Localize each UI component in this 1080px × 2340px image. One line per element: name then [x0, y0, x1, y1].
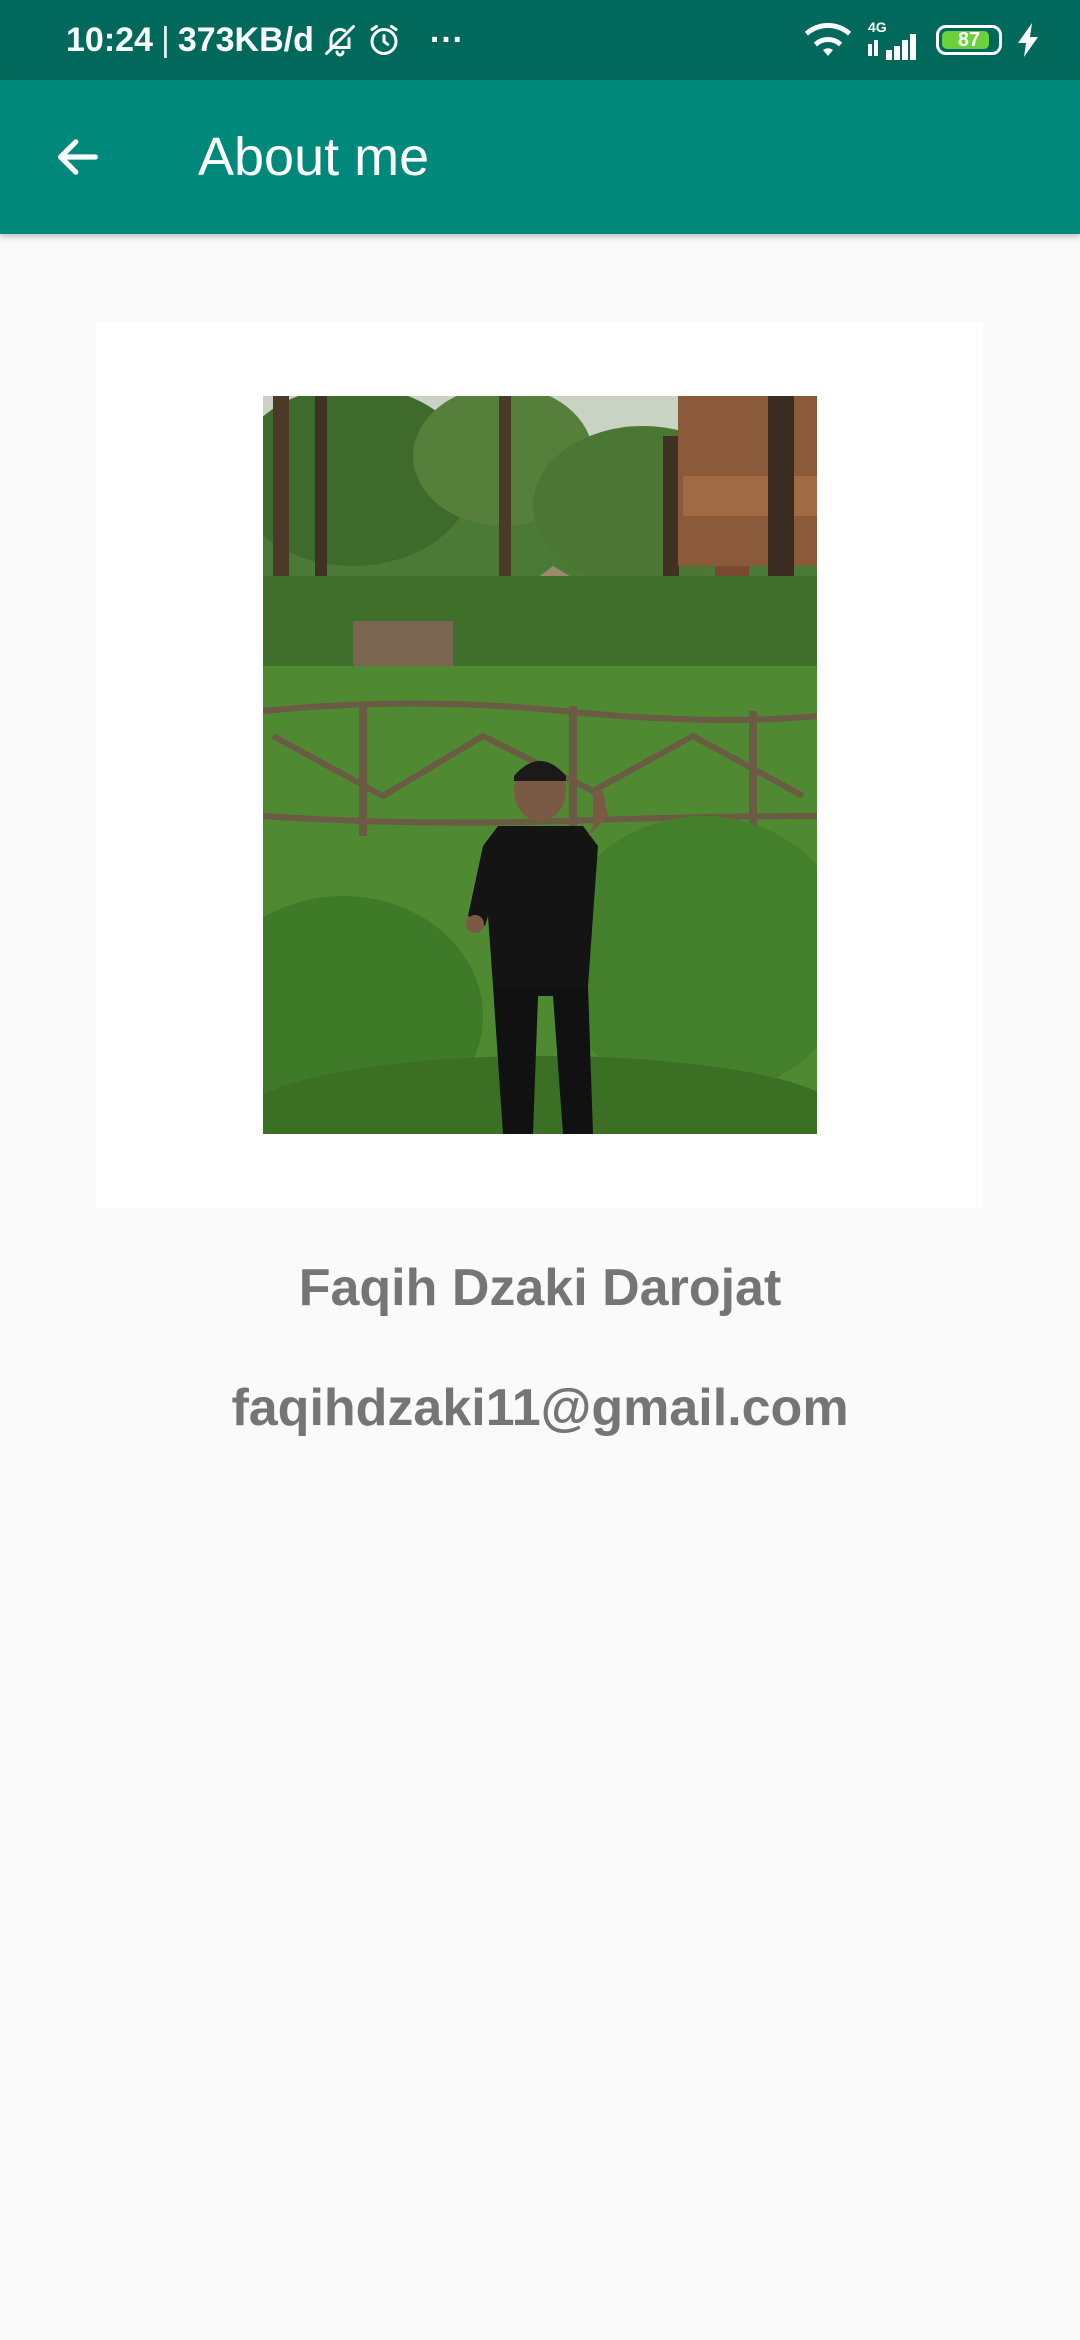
status-bar-left: 10:24 | 373KB/d ···: [66, 21, 464, 60]
battery-indicator: 87: [936, 25, 1002, 55]
profile-photo-card: [96, 322, 983, 1208]
bell-off-icon: [322, 22, 358, 58]
arrow-back-icon: [58, 139, 98, 175]
status-separator: |: [160, 20, 170, 59]
charging-icon: [1018, 23, 1040, 57]
wifi-icon: [804, 20, 852, 60]
alarm-icon: [366, 22, 402, 58]
network-speed: 373KB/d: [177, 20, 314, 59]
signal-icon: 4G: [868, 20, 920, 60]
more-notifications-icon: ···: [429, 20, 464, 59]
app-bar: About me: [0, 80, 1080, 234]
network-type: 4G: [868, 19, 887, 35]
profile-photo: [263, 396, 817, 1134]
profile-email: faqihdzaki11@gmail.com: [231, 1379, 849, 1437]
back-button[interactable]: [18, 97, 138, 217]
profile-name: Faqih Dzaki Darojat: [298, 1259, 782, 1317]
page-title: About me: [198, 127, 430, 187]
battery-level: 87: [957, 28, 981, 51]
status-bar: 10:24 | 373KB/d ··· 4G 87: [0, 0, 1080, 80]
status-bar-right: 4G 87: [804, 20, 1040, 60]
clock: 10:24: [66, 20, 153, 59]
